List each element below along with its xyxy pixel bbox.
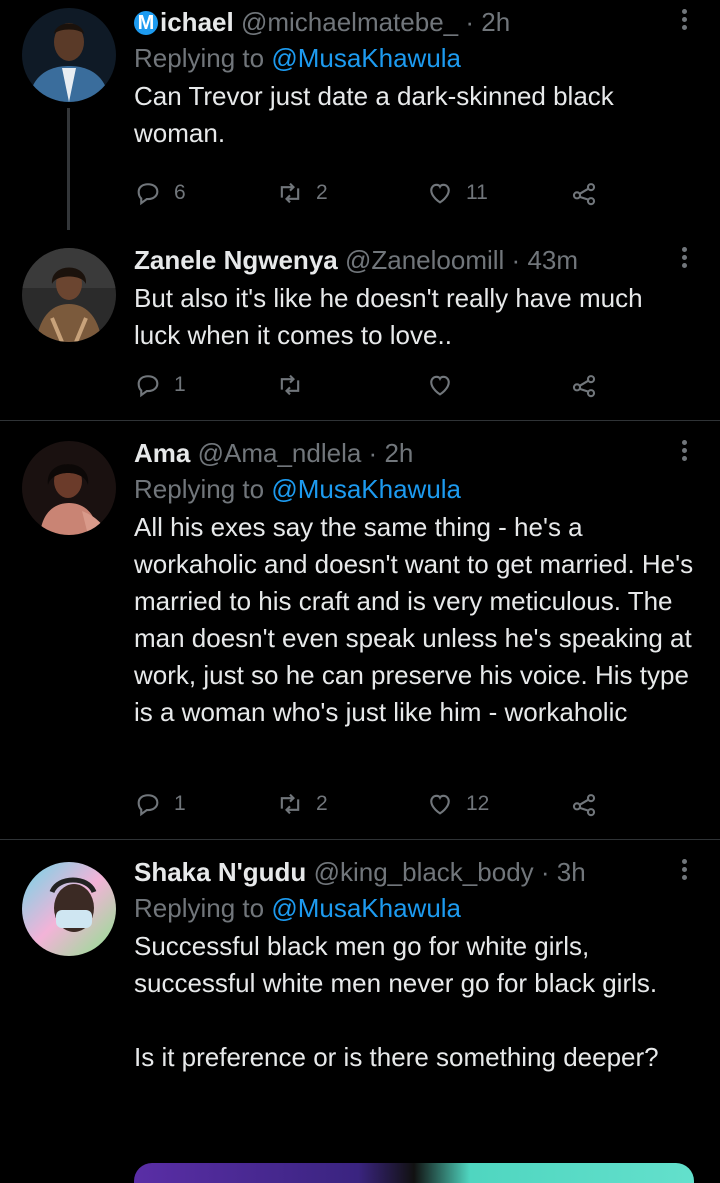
more-button[interactable] [674, 856, 694, 892]
share-icon [572, 183, 596, 206]
like-button[interactable]: 11 [426, 176, 488, 210]
name-badge: M [134, 11, 158, 35]
display-name[interactable]: Zanele Ngwenya [134, 245, 338, 275]
retweet-count: 2 [316, 181, 328, 204]
separator-dot: · [368, 438, 378, 468]
share-button[interactable] [570, 368, 598, 402]
share-icon [572, 375, 596, 398]
replying-prefix: Replying to [134, 893, 265, 923]
like-count: 11 [466, 181, 488, 204]
timestamp[interactable]: 2h [384, 438, 413, 468]
reply-button[interactable]: 1 [134, 368, 186, 402]
tweet-text: But also it's like he doesn't really hav… [134, 283, 643, 350]
retweet-icon [280, 793, 300, 815]
tweet-text: All his exes say the same thing - he's a… [134, 512, 694, 727]
display-name[interactable]: ichael [160, 7, 234, 37]
like-button[interactable]: 12 [426, 787, 489, 821]
tweet-text: Successful black men go for white girls,… [134, 931, 659, 1072]
reply-count: 1 [174, 373, 186, 396]
avatar[interactable] [22, 248, 116, 342]
action-bar: 6 2 11 [134, 176, 614, 210]
tweet-text: Can Trevor just date a dark-skinned blac… [134, 81, 614, 148]
more-icon [681, 859, 687, 864]
like-button[interactable] [426, 368, 454, 402]
tweet-header: Zanele Ngwenya @Zaneloomill · 43m [134, 242, 694, 278]
tweet-header: Michael @michaelmatebe_ · 2h [134, 4, 694, 40]
action-bar: 1 2 12 [134, 787, 614, 821]
retweet-icon [280, 374, 300, 396]
reply-count: 6 [174, 181, 186, 204]
user-handle[interactable]: @Zaneloomill [345, 245, 504, 275]
timestamp[interactable]: 3h [557, 857, 586, 887]
retweet-icon [280, 182, 300, 204]
more-icon [681, 440, 687, 445]
mention-link[interactable]: @MusaKhawula [271, 474, 461, 504]
separator-dot: · [465, 7, 475, 37]
mention-link[interactable]: @MusaKhawula [271, 893, 461, 923]
heart-icon [430, 183, 450, 204]
reply-icon [137, 794, 159, 817]
tweet-zanele[interactable]: Zanele Ngwenya @Zaneloomill · 43m But al… [0, 230, 720, 420]
thread-line [67, 108, 70, 230]
separator-dot: · [511, 245, 521, 275]
retweet-count: 2 [316, 792, 328, 815]
reply-button[interactable]: 6 [134, 176, 186, 210]
tweet-michael[interactable]: Michael @michaelmatebe_ · 2h Replying to… [0, 0, 720, 230]
share-button[interactable] [570, 176, 598, 210]
display-name[interactable]: Ama [134, 438, 190, 468]
tweet-header: Shaka N'gudu @king_black_body · 3h [134, 854, 694, 890]
replying-prefix: Replying to [134, 474, 265, 504]
display-name[interactable]: Shaka N'gudu [134, 857, 306, 887]
more-button[interactable] [674, 437, 694, 473]
replying-to: Replying to @MusaKhawula [134, 471, 694, 507]
tweet-shaka[interactable]: Shaka N'gudu @king_black_body · 3h Reply… [0, 840, 720, 1176]
replying-prefix: Replying to [134, 43, 265, 73]
separator-dot: · [540, 857, 550, 887]
share-button[interactable] [570, 787, 598, 821]
avatar[interactable] [22, 441, 116, 535]
media-preview[interactable] [134, 1163, 694, 1183]
reply-count: 1 [174, 792, 186, 815]
heart-icon [430, 794, 450, 815]
user-handle[interactable]: @king_black_body [314, 857, 534, 887]
tweet-ama[interactable]: Ama @Ama_ndlela · 2h Replying to @MusaKh… [0, 421, 720, 839]
action-bar: 1 [134, 368, 614, 402]
avatar[interactable] [22, 8, 116, 102]
user-handle[interactable]: @Ama_ndlela [198, 438, 362, 468]
replying-to: Replying to @MusaKhawula [134, 890, 694, 926]
timestamp[interactable]: 43m [527, 245, 578, 275]
more-button[interactable] [674, 244, 694, 280]
more-icon [681, 9, 687, 14]
replying-to: Replying to @MusaKhawula [134, 40, 694, 76]
retweet-button[interactable]: 2 [276, 787, 328, 821]
heart-icon [430, 375, 450, 396]
more-button[interactable] [674, 6, 694, 42]
share-icon [572, 794, 596, 817]
retweet-button[interactable] [276, 368, 304, 402]
tweet-header: Ama @Ama_ndlela · 2h [134, 435, 694, 471]
retweet-button[interactable]: 2 [276, 176, 328, 210]
reply-icon [137, 183, 159, 206]
avatar[interactable] [22, 862, 116, 956]
mention-link[interactable]: @MusaKhawula [271, 43, 461, 73]
reply-button[interactable]: 1 [134, 787, 186, 821]
reply-icon [137, 375, 159, 398]
timestamp[interactable]: 2h [481, 7, 510, 37]
more-icon [681, 247, 687, 252]
like-count: 12 [466, 792, 490, 815]
user-handle[interactable]: @michaelmatebe_ [241, 7, 458, 37]
